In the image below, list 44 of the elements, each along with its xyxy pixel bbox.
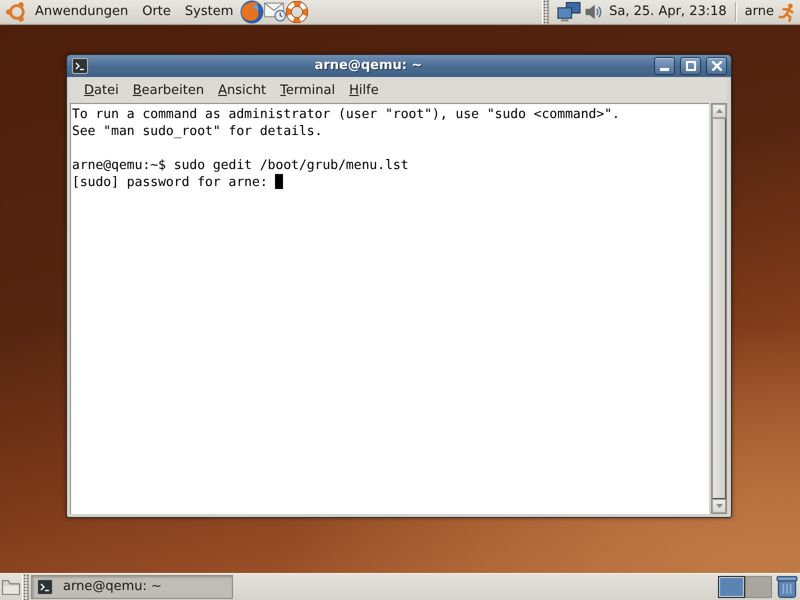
maximize-icon [686,61,696,71]
scroll-down-button[interactable] [712,499,726,513]
terminal-line: [sudo] password for arne: [72,175,268,190]
vertical-scrollbar[interactable] [711,103,727,514]
globe-icon[interactable] [240,0,264,24]
menu-item[interactable]: Terminal [273,78,342,102]
window-title: arne@qemu: ~ [314,57,422,76]
menu-item[interactable]: Bearbeiten [126,78,212,102]
folder-icon [2,580,20,594]
menu-item[interactable]: Ansicht [211,78,274,102]
window-title-bar[interactable]: arne@qemu: ~ [67,55,731,77]
workspace-thumbnail[interactable] [718,576,745,598]
network-icon[interactable] [557,2,582,22]
lifebuoy-icon[interactable] [286,1,308,23]
user-name[interactable]: arne [744,0,777,24]
terminal-line: arne@qemu:~$ sudo gedit /boot/grub/menu.lst [72,158,409,173]
terminal-line: To run a command as administrator (user "root"), use "sudo <command>". [72,107,620,122]
terminal-area[interactable]: To run a command as administrator (user "root"), use "sudo <command>". See "man sudo_root" for details. arne@qemu:~$ sudo gedit /boot/grub/menu.lst [sudo] password for arne: [70,103,709,514]
panel-menu[interactable]: System [178,0,240,24]
terminal-line: See "man sudo_root" for details. [72,124,322,139]
terminal-icon[interactable] [72,58,88,74]
up-arrow-icon [716,109,722,113]
minimize-icon [660,68,669,71]
scrollbar-thumb[interactable] [712,118,726,499]
maximize-button[interactable] [680,57,701,75]
close-icon [712,61,722,71]
drag-handle[interactable] [22,574,29,600]
minimize-button[interactable] [654,57,675,75]
trash-icon[interactable] [776,576,798,598]
scroll-up-button[interactable] [712,104,726,118]
menu-item[interactable]: Hilfe [342,78,386,102]
menu-item[interactable]: Datei [77,78,126,102]
close-button[interactable] [706,57,727,75]
panel-menu[interactable]: Orte [135,0,178,24]
terminal-icon [37,579,53,595]
volume-icon[interactable] [585,3,604,21]
workspace-thumbnail[interactable] [745,576,772,598]
panel-menu[interactable]: Anwendungen [28,0,136,24]
down-arrow-icon [716,504,722,508]
task-label: arne@qemu: ~ [63,578,162,596]
drag-handle[interactable] [542,0,550,24]
clock[interactable]: Sa, 25. Apr, 23:18 [603,0,733,24]
taskbar-button[interactable]: arne@qemu: ~ [31,575,233,599]
envelope-icon[interactable] [264,1,286,23]
